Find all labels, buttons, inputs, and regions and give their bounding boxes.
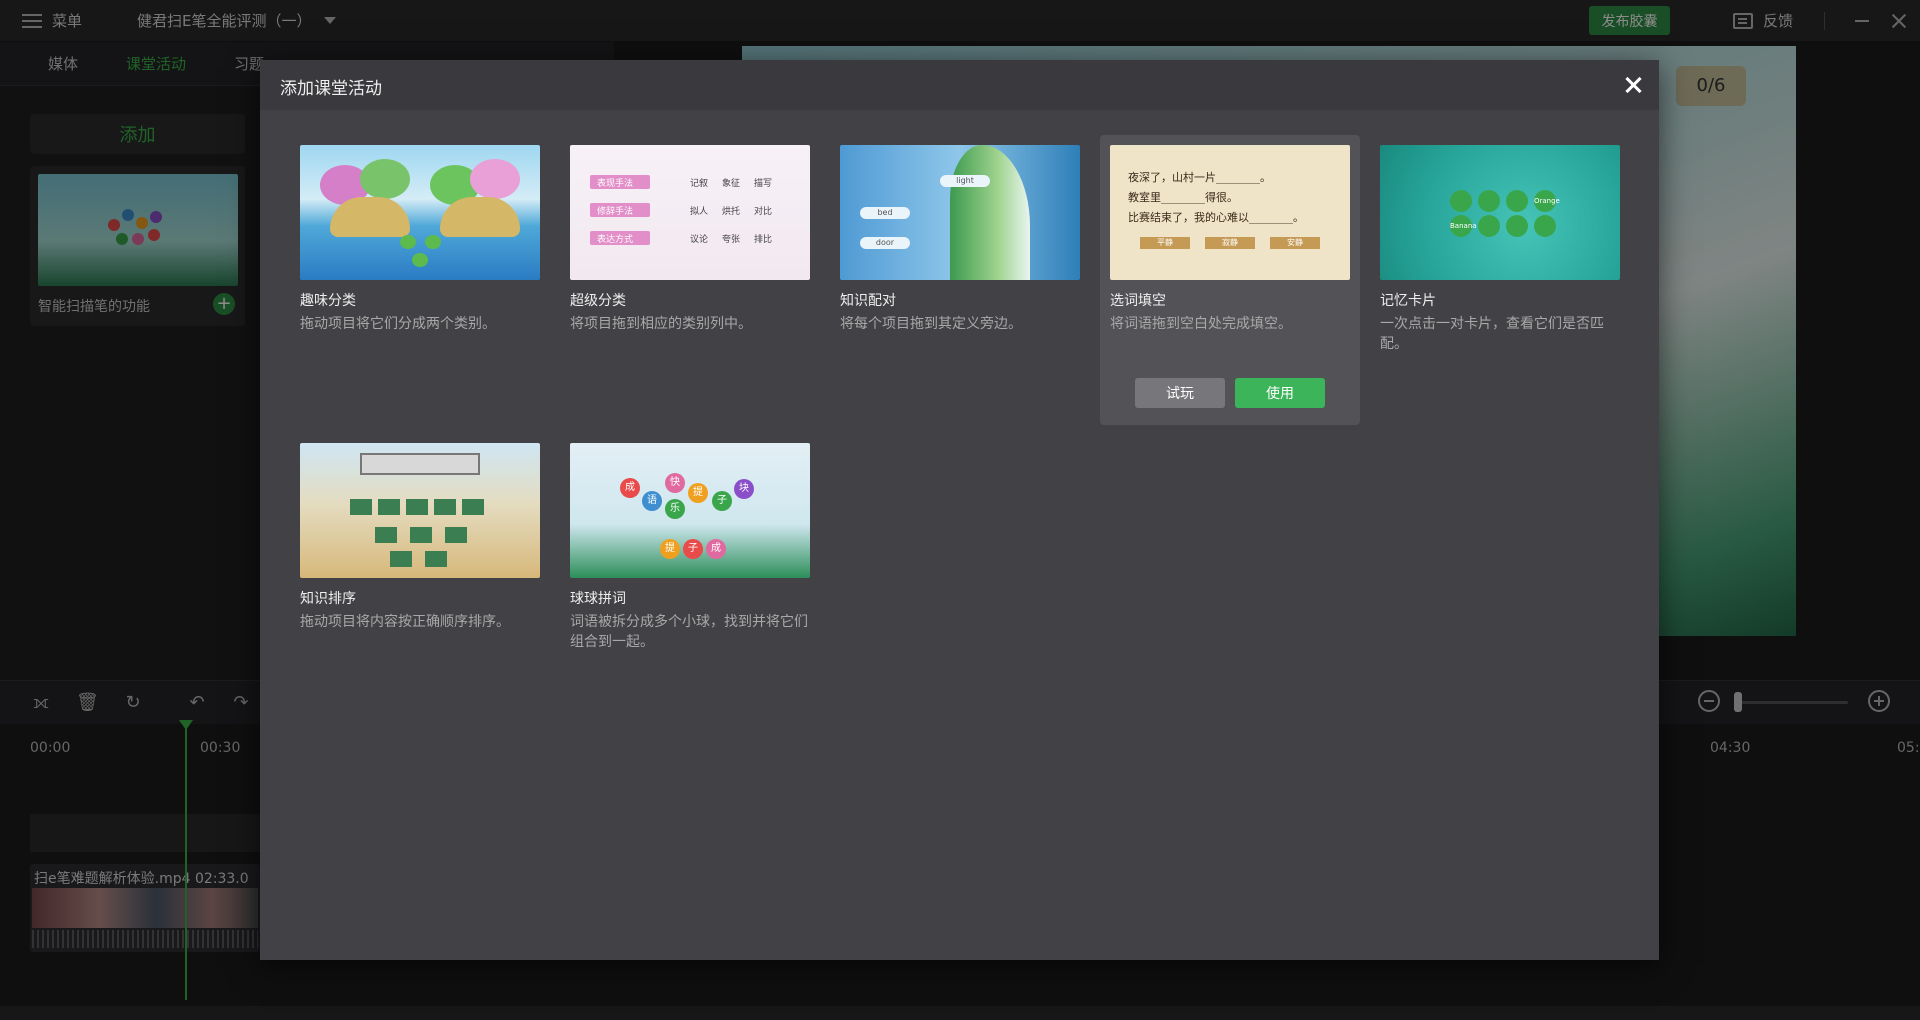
thumb-text: 对比 [754, 207, 773, 217]
template-thumbnail: light bed door [840, 145, 1080, 280]
thumb-text: 教室里________得很。 [1128, 191, 1238, 204]
activity-template-card[interactable]: 表现手法 修辞手法 表达方式 记叙 象征 描写 拟人 烘托 对比 议论 夸张 排… [560, 135, 820, 425]
thumb-text: 提 [660, 539, 680, 559]
activity-template-card[interactable]: Orange Banana 记忆卡片 一次点击一对卡片，查看它们是否匹配。 [1370, 135, 1630, 425]
use-button[interactable]: 使用 [1235, 378, 1325, 408]
thumb-text: 象征 [722, 179, 741, 189]
thumb-text: 夸张 [722, 235, 741, 245]
thumb-text: 议论 [690, 235, 709, 245]
template-title: 球球拼词 [570, 591, 626, 607]
template-description: 将每个项目拖到其定义旁边。 [840, 316, 1022, 332]
thumb-text: bed [860, 207, 910, 219]
thumb-text: 提 [688, 483, 708, 503]
thumb-text: 表达方式 [597, 235, 634, 245]
template-description: 将项目拖到相应的类别列中。 [570, 316, 752, 332]
activity-template-card[interactable]: 成 语 提 子 块 快 乐 提 子 成 球球拼词 词语被拆分成多个小球，找到并将… [560, 433, 820, 723]
thumb-text: Orange [1534, 190, 1560, 212]
template-title: 知识排序 [300, 591, 356, 607]
template-thumbnail: 成 语 提 子 块 快 乐 提 子 成 [570, 443, 810, 578]
thumb-text: light [940, 175, 990, 187]
thumb-text: door [860, 237, 910, 249]
thumb-text: 夜深了，山村一片________。 [1128, 171, 1271, 184]
thumb-text: 平静 [1140, 237, 1190, 249]
template-thumbnail: Orange Banana [1380, 145, 1620, 280]
activity-template-card[interactable]: 知识排序 拖动项目将内容按正确顺序排序。 [290, 433, 550, 723]
template-title: 选词填空 [1110, 293, 1166, 309]
thumb-text: 排比 [754, 235, 773, 245]
thumb-text: 成 [620, 478, 640, 498]
thumb-text: 修辞手法 [597, 207, 634, 217]
thumb-text: Banana [1450, 215, 1477, 237]
thumb-text: 子 [712, 491, 732, 511]
template-description: 拖动项目将内容按正确顺序排序。 [300, 614, 510, 630]
template-title: 知识配对 [840, 293, 896, 309]
app-window: 菜单 健君扫E笔全能评测（一） 发布胶囊 反馈 媒体 课堂活动 习题 添加 智能… [0, 0, 1920, 1020]
template-thumbnail: 表现手法 修辞手法 表达方式 记叙 象征 描写 拟人 烘托 对比 议论 夸张 排… [570, 145, 810, 280]
template-description: 一次点击一对卡片，查看它们是否匹配。 [1380, 316, 1604, 352]
thumb-text: 子 [683, 539, 703, 559]
thumb-text: 拟人 [690, 207, 709, 217]
template-title: 记忆卡片 [1380, 293, 1436, 309]
activity-template-card[interactable]: 趣味分类 拖动项目将它们分成两个类别。 [290, 135, 550, 425]
thumb-text: 语 [642, 491, 662, 511]
thumb-text: 成 [706, 539, 726, 559]
try-button[interactable]: 试玩 [1135, 378, 1225, 408]
template-title: 超级分类 [570, 293, 626, 309]
template-thumbnail [300, 443, 540, 578]
thumb-text: 记叙 [690, 179, 709, 189]
add-activity-dialog: 添加课堂活动 趣味分类 拖动项目将它们分成两个类别。 表现手法 修辞手法 表达方… [260, 60, 1659, 960]
close-icon[interactable] [1624, 76, 1642, 94]
dialog-title: 添加课堂活动 [280, 79, 382, 99]
thumb-text: 表现手法 [597, 179, 634, 189]
thumb-text: 烘托 [722, 207, 741, 217]
thumb-text: 快 [665, 473, 685, 493]
template-description: 拖动项目将它们分成两个类别。 [300, 316, 496, 332]
template-thumbnail [300, 145, 540, 280]
thumb-text: 比赛结束了，我的心难以________。 [1128, 211, 1304, 224]
template-description: 将词语拖到空白处完成填空。 [1110, 316, 1292, 332]
template-thumbnail: 夜深了，山村一片________。 教室里________得很。 比赛结束了，我… [1110, 145, 1350, 280]
dialog-header: 添加课堂活动 [260, 60, 1659, 110]
thumb-text: 描写 [754, 179, 773, 189]
activity-template-card[interactable]: light bed door 知识配对 将每个项目拖到其定义旁边。 [830, 135, 1090, 425]
activity-template-card-selected[interactable]: 夜深了，山村一片________。 教室里________得很。 比赛结束了，我… [1100, 135, 1360, 425]
thumb-text: 乐 [665, 499, 685, 519]
thumb-text: 安静 [1270, 237, 1320, 249]
template-title: 趣味分类 [300, 293, 356, 309]
thumb-text: 寂静 [1205, 237, 1255, 249]
template-description: 词语被拆分成多个小球，找到并将它们组合到一起。 [570, 614, 808, 650]
thumb-text: 块 [734, 479, 754, 499]
